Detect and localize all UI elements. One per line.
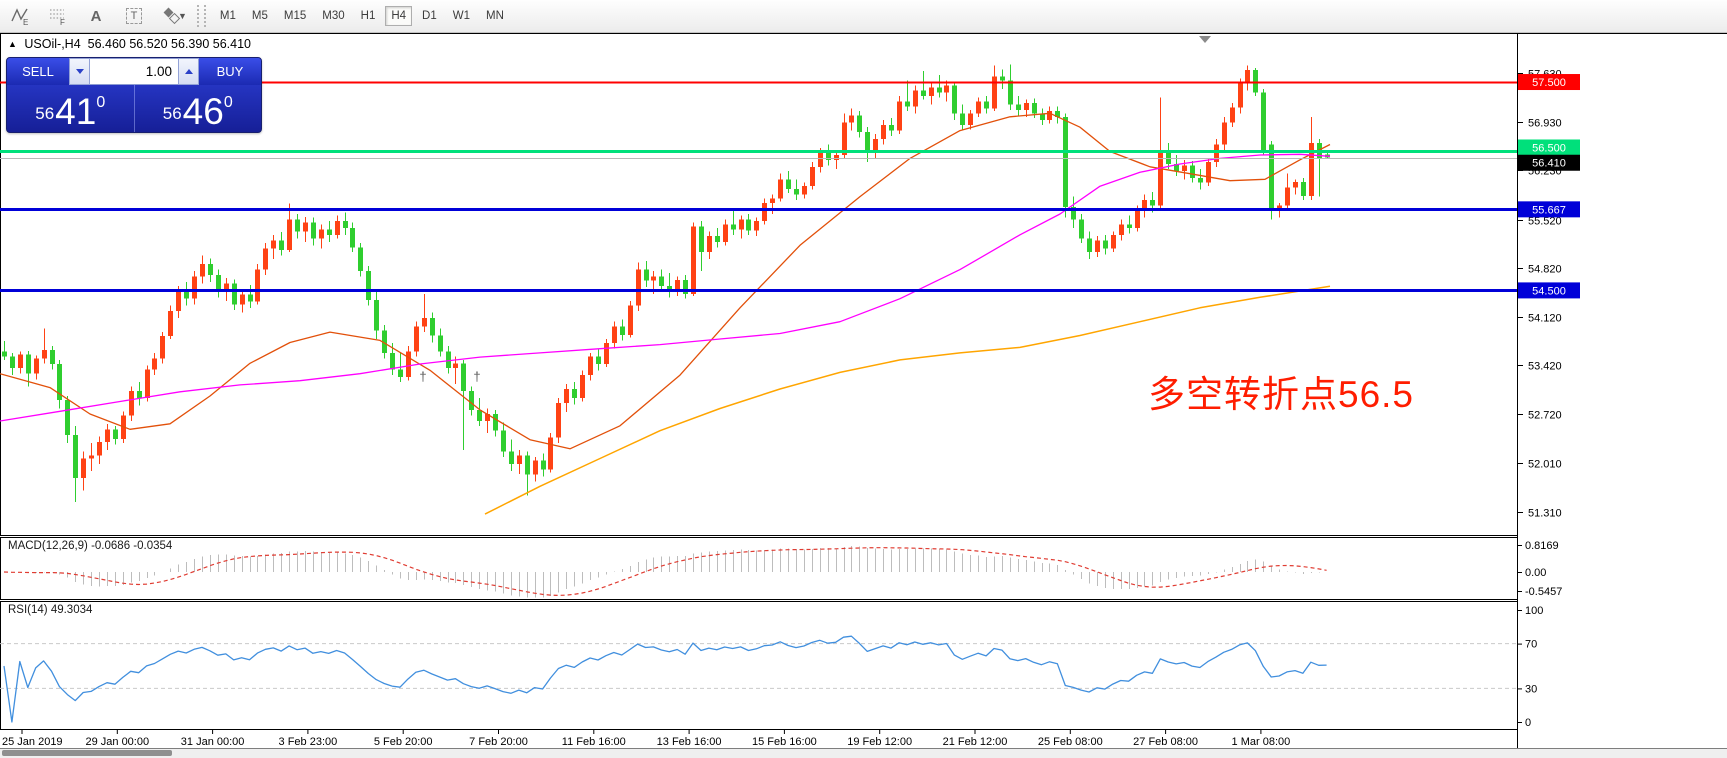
buy-price-pip: 0: [224, 94, 233, 112]
volume-input[interactable]: [90, 58, 178, 85]
one-click-trade-panel: SELL BUY 56 41 0 56 46 0: [6, 57, 262, 133]
macd-indicator-label: MACD(12,26,9) -0.0686 -0.0354: [8, 540, 172, 552]
svg-text:1 Mar 08:00: 1 Mar 08:00: [1232, 736, 1291, 748]
timeframe-button-MN[interactable]: MN: [480, 6, 510, 26]
svg-text:11 Feb 16:00: 11 Feb 16:00: [562, 736, 626, 748]
timeframe-button-H4[interactable]: H4: [385, 6, 412, 26]
ohlc-values: 56.460 56.520 56.390 56.410: [88, 37, 251, 51]
svg-text:-0.5457: -0.5457: [1525, 586, 1562, 598]
svg-text:54.120: 54.120: [1528, 313, 1562, 325]
text-box-icon[interactable]: T: [122, 4, 146, 28]
buy-button[interactable]: BUY: [199, 58, 261, 85]
symbol-period-label: USOil-,H4: [24, 37, 80, 51]
timeframe-button-D1[interactable]: D1: [416, 6, 443, 26]
timeframe-bar: M1M5M15M30H1H4D1W1MN: [214, 6, 510, 26]
sell-button[interactable]: SELL: [7, 58, 69, 85]
svg-text:57.500: 57.500: [1532, 77, 1566, 89]
chart-title: ▲ USOil-,H4 56.460 56.520 56.390 56.410: [8, 37, 251, 51]
volume-increase-button[interactable]: [178, 58, 199, 85]
elliott-waves-icon[interactable]: E: [8, 4, 32, 28]
rsi-indicator-label: RSI(14) 49.3034: [8, 604, 92, 616]
svg-text:0: 0: [1525, 717, 1531, 729]
buy-price-digits: 46: [183, 95, 224, 129]
timeframe-button-M30[interactable]: M30: [316, 6, 350, 26]
chart-text-annotation: 多空转折点56.5: [1148, 364, 1414, 418]
svg-text:52.720: 52.720: [1528, 410, 1562, 422]
svg-text:13 Feb 16:00: 13 Feb 16:00: [657, 736, 722, 748]
svg-text:54.500: 54.500: [1532, 285, 1566, 297]
svg-text:30: 30: [1525, 683, 1537, 695]
sell-price-pip: 0: [96, 94, 105, 112]
timeframe-button-W1[interactable]: W1: [447, 6, 476, 26]
svg-text:0.00: 0.00: [1525, 567, 1546, 579]
svg-text:52.010: 52.010: [1528, 459, 1562, 471]
fibonacci-grid-icon[interactable]: F: [46, 4, 70, 28]
scrollbar-thumb[interactable]: [2, 750, 172, 756]
svg-text:31 Jan 00:00: 31 Jan 00:00: [181, 736, 245, 748]
arrow-down-icon: [76, 69, 84, 74]
svg-text:3 Feb 23:00: 3 Feb 23:00: [279, 736, 338, 748]
svg-text:100: 100: [1525, 605, 1543, 617]
sell-price-panel[interactable]: 56 41 0: [7, 85, 134, 132]
timeframe-button-H1[interactable]: H1: [355, 6, 382, 26]
arrow-up-icon: [185, 69, 193, 74]
svg-text:†: †: [473, 369, 480, 384]
timeframe-button-M15[interactable]: M15: [278, 6, 312, 26]
toolbar-drag-handle[interactable]: [197, 5, 206, 27]
timeframe-button-M5[interactable]: M5: [246, 6, 274, 26]
sell-price-prefix: 56: [35, 104, 54, 124]
svg-text:21 Feb 12:00: 21 Feb 12:00: [943, 736, 1008, 748]
svg-text:7 Feb 20:00: 7 Feb 20:00: [469, 736, 528, 748]
text-label-icon[interactable]: A: [84, 4, 108, 28]
svg-text:5 Feb 20:00: 5 Feb 20:00: [374, 736, 433, 748]
collapse-icon[interactable]: ▲: [8, 39, 17, 49]
volume-decrease-button[interactable]: [69, 58, 90, 85]
svg-text:15 Feb 16:00: 15 Feb 16:00: [752, 736, 817, 748]
svg-text:E: E: [23, 18, 28, 26]
svg-text:25 Feb 08:00: 25 Feb 08:00: [1038, 736, 1103, 748]
svg-text:27 Feb 08:00: 27 Feb 08:00: [1133, 736, 1198, 748]
sell-price-digits: 41: [55, 95, 96, 129]
svg-text:0.8169: 0.8169: [1525, 540, 1559, 552]
timeframe-button-M1[interactable]: M1: [214, 6, 242, 26]
svg-text:53.420: 53.420: [1528, 361, 1562, 373]
svg-text:†: †: [419, 369, 426, 384]
svg-text:29 Jan 00:00: 29 Jan 00:00: [85, 736, 149, 748]
svg-text:F: F: [60, 18, 65, 26]
shapes-icon[interactable]: [160, 4, 184, 28]
svg-text:25 Jan 2019: 25 Jan 2019: [2, 736, 63, 748]
svg-text:56.930: 56.930: [1528, 118, 1562, 130]
svg-text:55.667: 55.667: [1532, 204, 1566, 216]
svg-text:51.310: 51.310: [1528, 508, 1562, 520]
buy-price-prefix: 56: [163, 104, 182, 124]
time-axis[interactable]: 25 Jan 2019 29 Jan 00:00 31 Jan 00:00 3 Feb…: [2, 730, 1290, 748]
svg-text:56.500: 56.500: [1532, 142, 1566, 154]
svg-text:70: 70: [1525, 639, 1537, 651]
svg-text:56.410: 56.410: [1532, 158, 1566, 170]
mt4-window: { "toolbar": { "tools": [ {"name": "elli…: [0, 0, 1727, 757]
svg-text:19 Feb 12:00: 19 Feb 12:00: [847, 736, 912, 748]
svg-text:54.820: 54.820: [1528, 264, 1562, 276]
top-toolbar: EFAT ▼ M1M5M15M30H1H4D1W1MN: [0, 0, 1727, 33]
buy-price-panel[interactable]: 56 46 0: [134, 85, 262, 132]
